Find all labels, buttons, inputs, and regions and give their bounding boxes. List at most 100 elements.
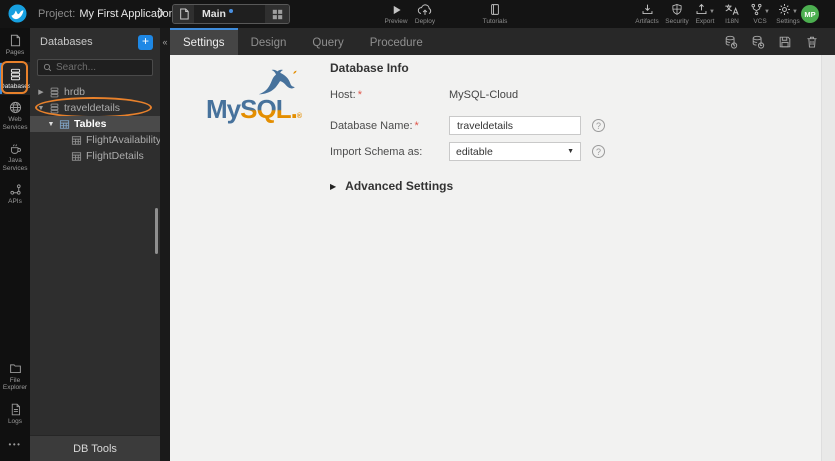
select-caret-icon: ▼ [567, 148, 574, 155]
save-icon[interactable] [778, 35, 792, 49]
tab-design[interactable]: Design [238, 28, 300, 55]
host-value: MySQL-Cloud [449, 89, 519, 101]
artifacts-download-icon [641, 3, 654, 16]
mysql-dolphin-icon [258, 69, 297, 95]
user-avatar[interactable]: MP [801, 5, 819, 23]
sidebar-item-apis[interactable]: APIs [0, 177, 30, 211]
database-tree: ▶ hrdb ▼ traveldetails ▼ Tables FlightAv… [30, 84, 162, 164]
file-explorer-folder-icon [9, 362, 22, 375]
search-input[interactable] [56, 62, 147, 73]
host-row: Host: * MySQL-Cloud [330, 89, 605, 101]
database-name-input[interactable] [449, 116, 581, 135]
security-label: Security [665, 18, 689, 25]
database-info-form: Database Info Host: * MySQL-Cloud Databas… [330, 61, 605, 193]
databases-icon [9, 68, 22, 81]
collapse-panel-button[interactable]: « [160, 37, 170, 47]
tables-folder-icon [59, 119, 70, 130]
mysql-wordmark: MySQL.® [206, 94, 326, 125]
advanced-settings-label: Advanced Settings [345, 179, 454, 193]
deploy-cloud-icon [417, 3, 433, 16]
database-search-box[interactable] [37, 59, 153, 76]
sidebar-item-label: Databases [0, 82, 32, 90]
tutorials-book-icon [489, 3, 501, 16]
tree-item-flightavailability[interactable]: FlightAvailability [30, 132, 162, 148]
left-sidebar: Pages Databases Web Services Java Servic… [0, 28, 32, 461]
tutorials-button[interactable]: Tutorials [477, 3, 513, 25]
delete-icon[interactable] [805, 35, 819, 49]
help-icon[interactable]: ? [592, 145, 605, 158]
tree-item-flightdetails[interactable]: FlightDetails [30, 148, 160, 164]
settings-content: MySQL.® Database Info Host: * MySQL-Cloud… [170, 55, 835, 461]
export-label: Export [695, 18, 715, 25]
wavemaker-logo-icon[interactable] [8, 4, 27, 23]
select-value: editable [456, 145, 493, 158]
sidebar-more-button[interactable]: ••• [0, 430, 30, 461]
main-area: Settings Design Query Procedure MySQL.® … [170, 28, 835, 461]
import-schema-label: Import Schema as: [330, 145, 423, 158]
open-page-tab[interactable]: Main [172, 4, 290, 24]
sidebar-item-label: APIs [8, 198, 22, 205]
breadcrumb-chevron-icon [157, 7, 165, 19]
deploy-button[interactable]: Deploy [407, 3, 443, 25]
panel-scrollbar[interactable] [155, 208, 158, 254]
expand-down-icon[interactable]: ▼ [37, 105, 45, 112]
java-services-coffee-icon [9, 142, 22, 155]
tree-item-label: hrdb [64, 86, 86, 98]
top-bar: Project: My First Application Main Previ… [0, 0, 835, 28]
artifacts-label: Artifacts [635, 18, 659, 25]
vcs-branch-icon [750, 3, 763, 16]
tree-item-traveldetails[interactable]: ▼ traveldetails [30, 97, 160, 118]
i18n-translate-icon [724, 3, 740, 16]
vcs-label: VCS [753, 18, 767, 25]
sidebar-item-label: Logs [7, 417, 23, 425]
add-database-button[interactable]: + [138, 34, 153, 50]
help-icon[interactable]: ? [592, 119, 605, 132]
sidebar-item-logs[interactable]: Logs [0, 397, 30, 431]
editor-tab-bar: Settings Design Query Procedure [170, 28, 835, 55]
page-name: Main [202, 8, 226, 20]
page-tab-label: Main [194, 5, 265, 23]
expand-down-icon[interactable]: ▼ [47, 121, 55, 128]
tab-actions [724, 28, 835, 55]
database-name-row: Database Name:* ? [330, 116, 605, 135]
sidebar-item-databases[interactable]: Databases [0, 60, 32, 95]
tab-settings[interactable]: Settings [170, 28, 238, 55]
panel-header: Databases + [30, 28, 160, 53]
tree-item-tables[interactable]: ▼ Tables [30, 116, 160, 132]
search-icon [43, 63, 52, 72]
export-upload-icon [695, 3, 708, 16]
tab-procedure[interactable]: Procedure [357, 28, 436, 55]
sidebar-item-web-services[interactable]: Web Services [0, 95, 30, 136]
page-switcher-grid-icon[interactable] [265, 5, 289, 23]
tree-item-label: Tables [74, 118, 107, 130]
database-icon [49, 103, 60, 114]
sidebar-item-java-services[interactable]: Java Services [0, 136, 30, 177]
tree-item-hrdb[interactable]: ▶ hrdb [30, 84, 160, 100]
settings-label: Settings [776, 18, 800, 25]
reimport-database-icon[interactable] [724, 35, 738, 49]
tree-item-label: traveldetails [64, 102, 121, 114]
project-label: Project: [38, 8, 76, 20]
tree-item-label: FlightAvailability [86, 134, 162, 146]
panel-divider: « [160, 28, 170, 461]
tree-item-label: FlightDetails [86, 150, 144, 162]
update-database-icon[interactable] [751, 35, 765, 49]
sidebar-item-file-explorer[interactable]: File Explorer [0, 356, 30, 397]
expand-right-icon[interactable]: ▶ [37, 88, 45, 96]
content-scrollbar[interactable] [821, 55, 835, 461]
i18n-label: I18N [725, 18, 739, 25]
apis-icon [9, 183, 22, 196]
tab-query[interactable]: Query [299, 28, 356, 55]
preview-label: Preview [384, 18, 408, 25]
db-tools-button[interactable]: DB Tools [30, 435, 160, 461]
mysql-word-my: My [206, 94, 241, 124]
sidebar-item-label: Web Services [2, 116, 28, 131]
settings-caret-icon: ▼ [792, 8, 798, 15]
advanced-settings-toggle[interactable]: ▶ Advanced Settings [330, 179, 605, 193]
security-shield-icon [671, 3, 683, 16]
import-schema-row: Import Schema as: editable ▼ ? [330, 142, 605, 161]
import-schema-select[interactable]: editable ▼ [449, 142, 581, 161]
databases-panel: Databases + ▶ hrdb ▼ traveldetails ▼ Tab… [30, 28, 162, 461]
sidebar-item-pages[interactable]: Pages [0, 28, 30, 62]
